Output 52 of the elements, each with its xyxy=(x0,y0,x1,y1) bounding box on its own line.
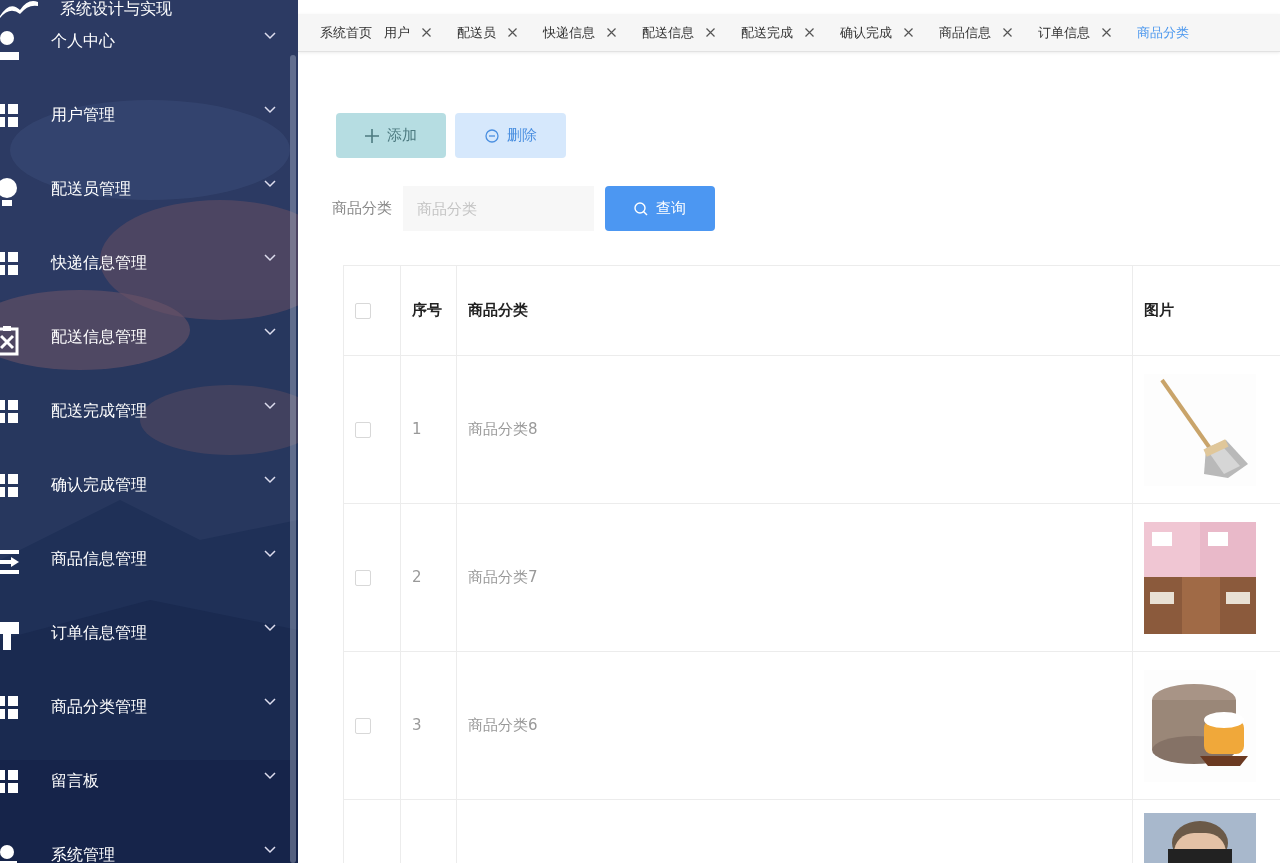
close-icon[interactable] xyxy=(1102,28,1111,37)
tab[interactable]: 配送完成 xyxy=(741,22,793,43)
menu-item[interactable]: 确认完成管理 xyxy=(0,466,298,540)
menu-item[interactable]: 配送完成管理 xyxy=(0,392,298,466)
menu-item[interactable]: 商品信息管理 xyxy=(0,540,298,614)
menu-item[interactable]: 商品分类管理 xyxy=(0,688,298,762)
tab[interactable]: 用户 xyxy=(384,22,410,43)
scrollbar[interactable] xyxy=(290,55,296,863)
menu-item[interactable]: 系统管理 xyxy=(0,836,298,863)
menu-item[interactable]: 用户管理 xyxy=(0,96,298,170)
column-header: 商品分类 xyxy=(456,265,1133,356)
tab[interactable]: 快递信息 xyxy=(543,22,595,43)
close-icon[interactable] xyxy=(607,28,616,37)
table-cell: 2 xyxy=(400,503,457,652)
row-checkbox[interactable] xyxy=(355,569,371,586)
menu-item[interactable]: 配送员管理 xyxy=(0,170,298,244)
brush-icon xyxy=(0,622,22,652)
table-cell: 1 xyxy=(400,355,457,504)
column-header: 图片 xyxy=(1132,265,1280,356)
menu-item[interactable]: 留言板 xyxy=(0,762,298,836)
plus-icon xyxy=(365,128,379,143)
sidebar-title: 系统设计与实现 xyxy=(60,0,172,18)
tab[interactable]: 确认完成 xyxy=(840,22,892,43)
clipboard-icon xyxy=(0,326,22,356)
tab[interactable]: 商品信息 xyxy=(939,22,991,43)
table-cell: 商品分类7 xyxy=(456,503,1133,652)
table-cell: 商品分类6 xyxy=(456,651,1133,800)
close-icon[interactable] xyxy=(508,28,517,37)
menu-item[interactable]: 配送信息管理 xyxy=(0,318,298,392)
search-icon xyxy=(634,201,648,216)
close-icon[interactable] xyxy=(904,28,913,37)
close-icon[interactable] xyxy=(805,28,814,37)
menu-item[interactable]: 个人中心 xyxy=(0,22,298,96)
table-cell: 商品分类8 xyxy=(456,355,1133,504)
tab[interactable]: 系统首页 xyxy=(320,22,372,43)
tab[interactable]: 订单信息 xyxy=(1038,22,1090,43)
close-icon[interactable] xyxy=(706,28,715,37)
row-checkbox[interactable] xyxy=(355,421,371,438)
row-checkbox[interactable] xyxy=(355,717,371,734)
minus-circle-icon xyxy=(484,128,499,143)
search-label: 商品分类 xyxy=(332,198,392,220)
menu-item[interactable]: 快递信息管理 xyxy=(0,244,298,318)
close-icon[interactable] xyxy=(422,28,431,37)
book-logo-icon xyxy=(0,0,40,18)
tab[interactable]: 配送员 xyxy=(457,22,496,43)
menu-item[interactable]: 订单信息管理 xyxy=(0,614,298,688)
person-icon xyxy=(0,30,22,60)
column-header: 序号 xyxy=(400,265,457,356)
select-all-checkbox[interactable] xyxy=(355,302,371,319)
close-icon[interactable] xyxy=(1003,28,1012,37)
table-cell: 3 xyxy=(400,651,457,800)
tab[interactable]: 配送信息 xyxy=(642,22,694,43)
